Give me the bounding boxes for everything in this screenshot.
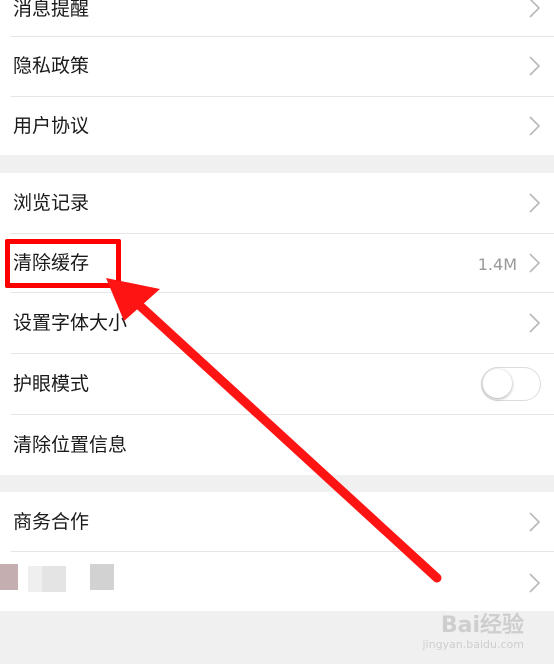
settings-item-user-agreement[interactable]: 用户协议 [0,97,554,155]
settings-group-3: 商务合作 [0,492,554,611]
settings-item-label: 商务合作 [13,511,90,533]
settings-item-font-size[interactable]: 设置字体大小 [0,293,554,353]
settings-item-obscured[interactable] [0,552,554,611]
settings-item-business-cooperation[interactable]: 商务合作 [0,492,554,551]
chevron-right-icon [529,512,541,532]
settings-item-label: 隐私政策 [13,55,90,77]
blurred-content [28,566,42,592]
chevron-right-icon [529,116,541,136]
eye-protection-toggle[interactable] [481,367,541,401]
settings-item-label: 护眼模式 [13,373,90,395]
settings-item-label: 清除位置信息 [13,434,128,456]
chevron-right-icon [529,193,541,213]
blurred-content [0,564,18,590]
cache-size-value: 1.4M [477,255,517,274]
settings-item-clear-location[interactable]: 清除位置信息 [0,415,554,475]
chevron-right-icon [529,56,541,76]
watermark: Bai经验 jingyan.baidu.com [422,614,524,652]
highlight-box [5,239,121,288]
watermark-url: jingyan.baidu.com [422,638,524,651]
settings-item-privacy-policy[interactable]: 隐私政策 [0,37,554,95]
settings-item-notifications[interactable]: 消息提醒 [0,0,554,36]
chevron-right-icon [529,0,541,18]
settings-item-label: 用户协议 [13,115,90,137]
watermark-logo: Bai经验 [440,613,524,638]
settings-item-eye-protection: 护眼模式 [0,354,554,414]
blurred-content [90,564,114,590]
settings-group-2: 浏览记录 清除缓存 1.4M 设置字体大小 护眼模式 清除位置信息 [0,173,554,475]
chevron-right-icon [529,313,541,333]
settings-item-label: 设置字体大小 [13,312,128,334]
chevron-right-icon [529,253,541,273]
settings-item-label: 浏览记录 [13,192,90,214]
settings-item-label: 消息提醒 [13,0,90,20]
settings-item-browse-history[interactable]: 浏览记录 [0,173,554,233]
blurred-content [42,566,66,592]
chevron-right-icon [529,573,541,593]
toggle-knob [483,369,512,398]
settings-group-1: 消息提醒 隐私政策 用户协议 [0,0,554,155]
